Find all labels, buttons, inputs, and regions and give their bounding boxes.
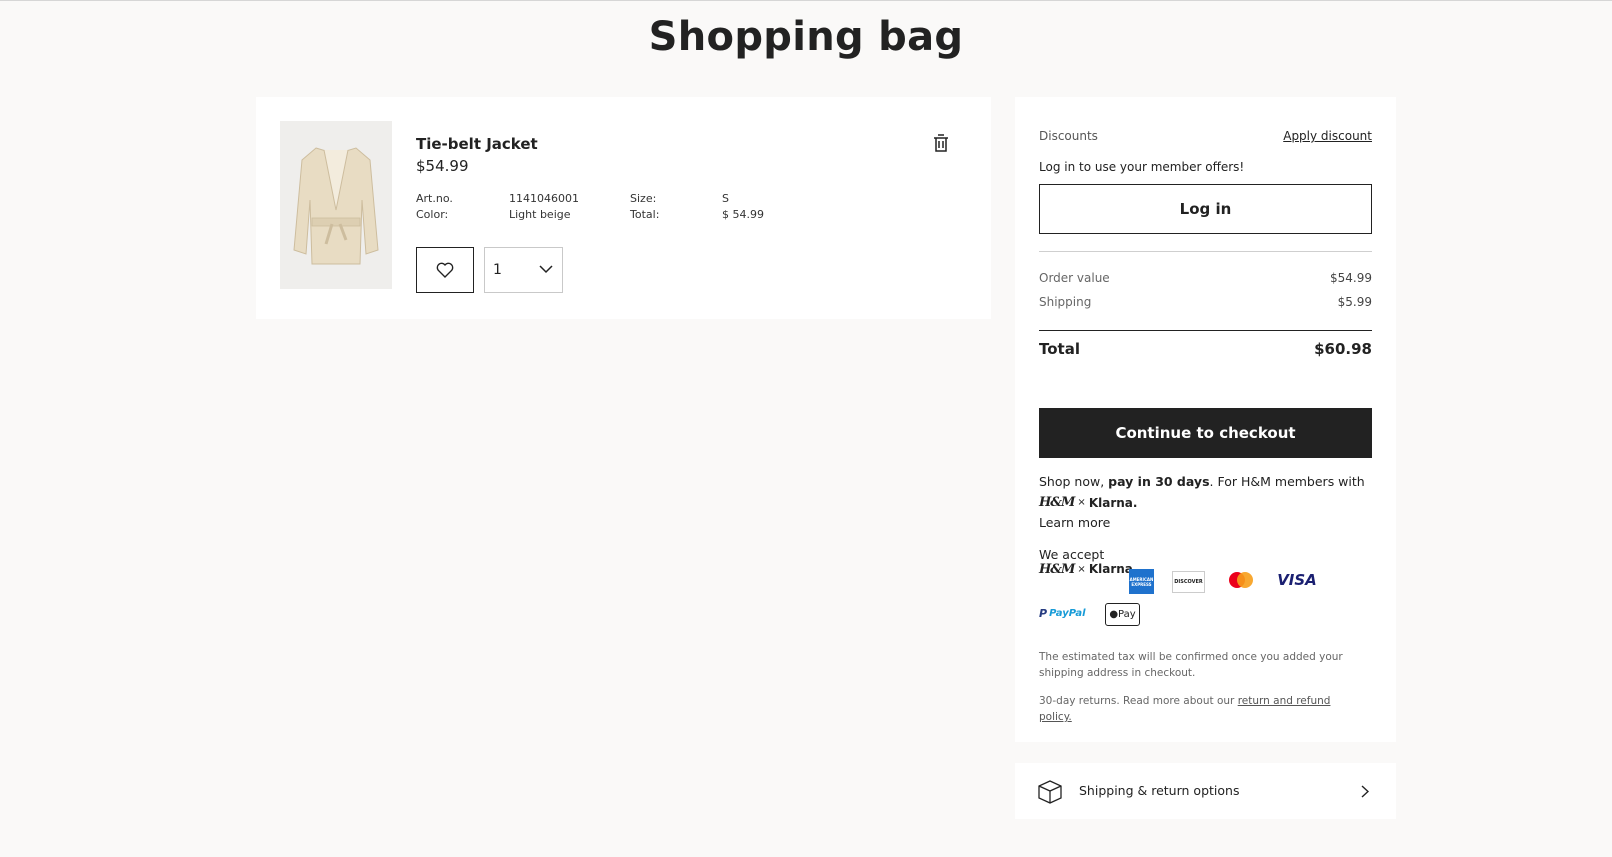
hm-klarna-payment-icon: H&M × Klarna. xyxy=(1039,561,1137,577)
tax-note: The estimated tax will be confirmed once… xyxy=(1039,651,1343,679)
learn-more-link[interactable]: Learn more xyxy=(1039,515,1110,530)
quantity-select[interactable]: 1 xyxy=(484,247,563,293)
paylater-prefix: Shop now, xyxy=(1039,474,1109,489)
box-icon xyxy=(1038,780,1062,804)
total-label: Total: xyxy=(630,208,660,221)
paylater-bold: pay in 30 days xyxy=(1108,474,1210,489)
paypal-icon: P PayPal xyxy=(1039,606,1086,620)
we-accept-label: We accept xyxy=(1039,547,1105,562)
page-title: Shopping bag xyxy=(648,14,964,60)
product-image[interactable] xyxy=(280,121,392,289)
times-sign: × xyxy=(1077,563,1086,575)
summary-total-value: $60.98 xyxy=(1314,340,1372,358)
color-label: Color: xyxy=(416,208,449,221)
apply-discount-link[interactable]: Apply discount xyxy=(1283,129,1372,143)
divider xyxy=(1039,251,1372,252)
heart-icon xyxy=(436,262,454,278)
returns-note: 30-day returns. Read more about our retu… xyxy=(1039,693,1359,725)
login-offer-text: Log in to use your member offers! xyxy=(1039,160,1245,174)
checkout-button[interactable]: Continue to checkout xyxy=(1039,408,1372,458)
shipping-options-label: Shipping & return options xyxy=(1079,783,1240,798)
mastercard-icon xyxy=(1227,571,1255,589)
paylater-suffix: . For H&M members with xyxy=(1209,474,1365,489)
product-name[interactable]: Tie-belt Jacket xyxy=(416,135,538,153)
apple-pay-text: Pay xyxy=(1118,609,1136,620)
hm-logo: H&M xyxy=(1039,561,1075,577)
discounts-label: Discounts xyxy=(1039,129,1098,143)
product-price: $54.99 xyxy=(416,157,469,175)
chevron-down-icon xyxy=(539,265,553,274)
visa-text: VISA xyxy=(1277,571,1317,589)
favorite-button[interactable] xyxy=(416,247,474,293)
klarna-logo: Klarna. xyxy=(1088,495,1138,510)
quantity-value: 1 xyxy=(493,262,502,278)
top-divider xyxy=(0,0,1612,1)
color-value: Light beige xyxy=(509,208,571,221)
visa-icon: VISA xyxy=(1277,571,1317,589)
hm-klarna-logo: H&M × Klarna. xyxy=(1039,493,1137,513)
shipping-label: Shipping xyxy=(1039,295,1092,309)
order-summary: Discounts Apply discount Log in to use y… xyxy=(1015,97,1396,742)
total-divider xyxy=(1039,330,1372,331)
times-sign: × xyxy=(1077,496,1086,508)
apple-pay-icon: ● Pay xyxy=(1105,603,1140,626)
summary-total-label: Total xyxy=(1039,340,1080,358)
returns-prefix: 30-day returns. Read more about our xyxy=(1039,695,1238,707)
order-value-label: Order value xyxy=(1039,271,1110,285)
size-label: Size: xyxy=(630,192,657,205)
hm-logo: H&M xyxy=(1039,494,1075,510)
amex-icon: AMERICAN EXPRESS xyxy=(1129,569,1154,594)
login-button[interactable]: Log in xyxy=(1039,184,1372,234)
artno-value: 1141046001 xyxy=(509,192,579,205)
size-value: S xyxy=(722,192,729,205)
pay-later-text: Shop now, pay in 30 days. For H&M member… xyxy=(1039,472,1372,513)
shipping-value: $5.99 xyxy=(1337,295,1372,309)
shipping-return-options[interactable]: Shipping & return options xyxy=(1015,763,1396,819)
discover-text: DISCOVER xyxy=(1174,579,1203,585)
bag-item-card: Tie-belt Jacket $54.99 Art.no. 114104600… xyxy=(256,97,991,319)
chevron-right-icon xyxy=(1361,785,1369,798)
discover-icon: DISCOVER xyxy=(1172,571,1205,593)
trash-icon[interactable] xyxy=(932,133,950,153)
order-value: $54.99 xyxy=(1330,271,1372,285)
total-value: $ 54.99 xyxy=(722,208,764,221)
jacket-illustration xyxy=(293,147,379,265)
amex-text: AMERICAN EXPRESS xyxy=(1129,576,1154,587)
paypal-text: PayPal xyxy=(1049,607,1086,619)
artno-label: Art.no. xyxy=(416,192,453,205)
